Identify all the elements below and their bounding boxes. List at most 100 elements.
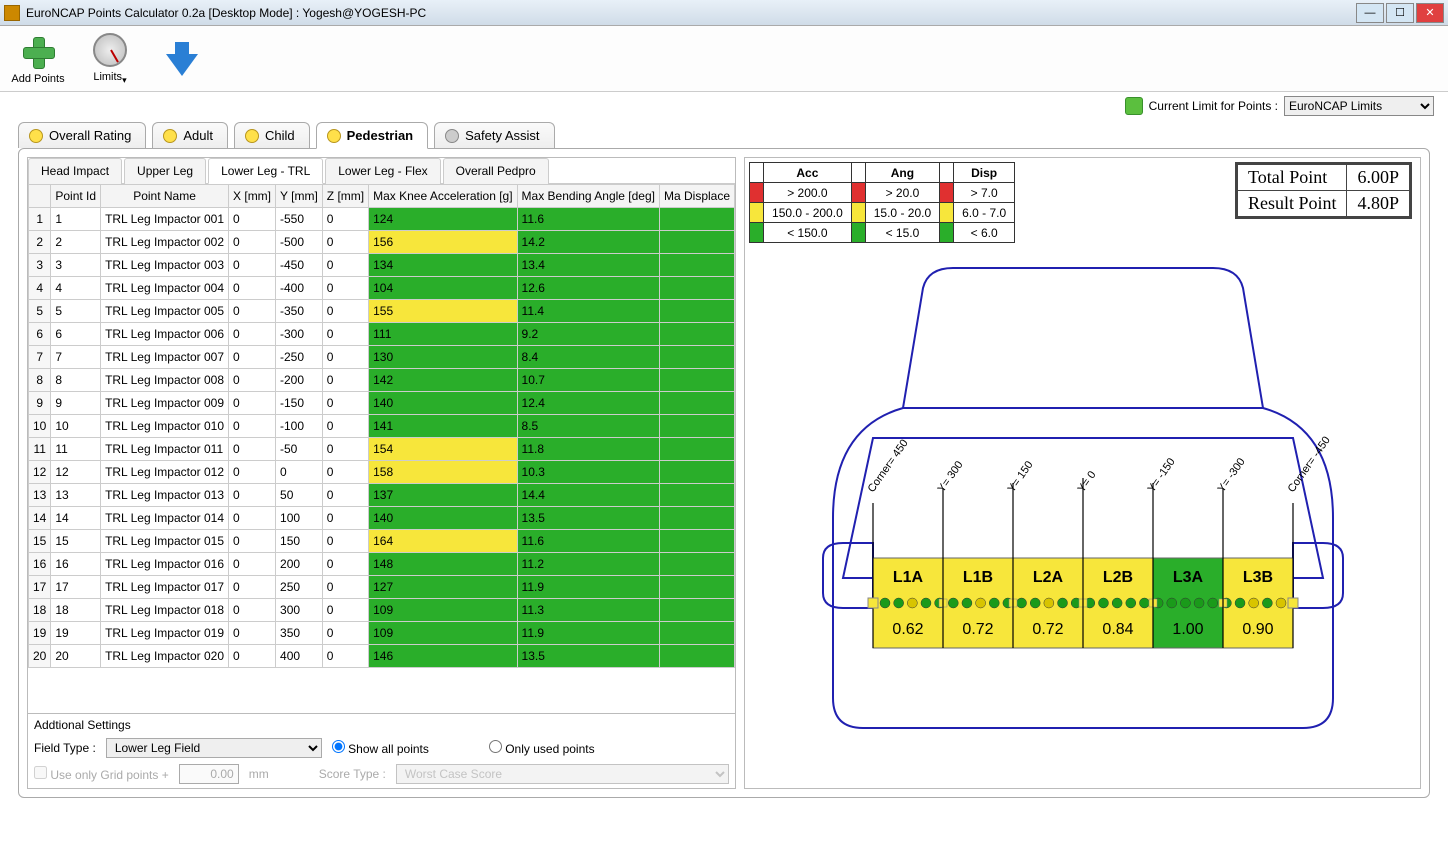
table-row[interactable]: 44TRL Leg Impactor 0040-400010412.6: [29, 277, 735, 300]
svg-text:0.72: 0.72: [1032, 621, 1063, 638]
svg-text:0.84: 0.84: [1102, 621, 1133, 638]
car-diagram: L1A 0.62 L1B 0.72 L2A 0.72 L2B 0.84 L3A 1.00 L3B 0.…: [745, 258, 1420, 788]
total-point-label: Total Point: [1237, 165, 1347, 191]
svg-text:1.00: 1.00: [1172, 621, 1203, 638]
current-limit-label: Current Limit for Points :: [1149, 99, 1278, 113]
show-all-radio[interactable]: Show all points: [332, 740, 429, 756]
table-row[interactable]: 1616TRL Leg Impactor 0160200014811.2: [29, 553, 735, 576]
tab-safety-assist[interactable]: Safety Assist: [434, 122, 554, 148]
svg-text:Y= -150: Y= -150: [1145, 456, 1177, 495]
points-box: Total Point6.00P Result Point4.80P: [1235, 162, 1412, 219]
col-angle[interactable]: Max Bending Angle [deg]: [517, 185, 659, 208]
table-row[interactable]: 1515TRL Leg Impactor 0150150016411.6: [29, 530, 735, 553]
content-frame: Head Impact Upper Leg Lower Leg - TRL Lo…: [18, 148, 1430, 798]
svg-text:Corner= 450: Corner= 450: [865, 437, 910, 494]
table-row[interactable]: 1818TRL Leg Impactor 0180300010911.3: [29, 599, 735, 622]
settings-title: Addtional Settings: [34, 718, 729, 732]
title-bar: EuroNCAP Points Calculator 0.2a [Desktop…: [0, 0, 1448, 26]
maximize-button[interactable]: ☐: [1386, 3, 1414, 23]
col-y[interactable]: Y [mm]: [276, 185, 323, 208]
svg-text:Y= 300: Y= 300: [935, 459, 965, 495]
tab-adult[interactable]: Adult: [152, 122, 228, 148]
table-row[interactable]: 1111TRL Leg Impactor 0110-50015411.8: [29, 438, 735, 461]
svg-text:L1B: L1B: [962, 569, 992, 586]
col-point-id[interactable]: Point Id: [51, 185, 101, 208]
down-arrow-button[interactable]: [154, 40, 210, 78]
tab-child[interactable]: Child: [234, 122, 310, 148]
table-row[interactable]: 1212TRL Leg Impactor 01200015810.3: [29, 461, 735, 484]
svg-text:Y= 150: Y= 150: [1005, 459, 1035, 495]
table-row[interactable]: 22TRL Leg Impactor 0020-500015614.2: [29, 231, 735, 254]
subtab-lower-leg-flex[interactable]: Lower Leg - Flex: [325, 158, 440, 184]
svg-text:L2B: L2B: [1102, 569, 1132, 586]
score-type-select: Worst Case Score: [396, 764, 729, 784]
limits-button[interactable]: Limits▾: [82, 31, 138, 86]
table-row[interactable]: 1717TRL Leg Impactor 0170250012711.9: [29, 576, 735, 599]
table-row[interactable]: 66TRL Leg Impactor 0060-30001119.2: [29, 323, 735, 346]
close-button[interactable]: ✕: [1416, 3, 1444, 23]
table-row[interactable]: 1919TRL Leg Impactor 0190350010911.9: [29, 622, 735, 645]
window-title: EuroNCAP Points Calculator 0.2a [Desktop…: [26, 6, 1354, 20]
svg-text:L3A: L3A: [1172, 569, 1203, 586]
only-used-radio[interactable]: Only used points: [489, 740, 595, 756]
field-type-select[interactable]: Lower Leg Field: [106, 738, 322, 758]
legend-table: Acc Ang Disp > 200.0> 20.0> 7.0150.0 - 2…: [749, 162, 1015, 243]
table-row[interactable]: 2020TRL Leg Impactor 0200400014613.5: [29, 645, 735, 668]
gauge-icon: [93, 33, 127, 67]
limits-label: Limits▾: [93, 71, 126, 86]
limit-select[interactable]: EuroNCAP Limits: [1284, 96, 1434, 116]
svg-text:Y= 0: Y= 0: [1075, 469, 1098, 495]
svg-text:L1A: L1A: [892, 569, 923, 586]
table-row[interactable]: 1010TRL Leg Impactor 0100-10001418.5: [29, 415, 735, 438]
grid-points-checkbox: Use only Grid points +: [34, 766, 169, 782]
table-row[interactable]: 1313TRL Leg Impactor 013050013714.4: [29, 484, 735, 507]
svg-text:0.62: 0.62: [892, 621, 923, 638]
grid-points-value: [179, 764, 239, 784]
svg-text:0.72: 0.72: [962, 621, 993, 638]
subtab-overall-pedpro[interactable]: Overall Pedpro: [443, 158, 549, 184]
subtab-lower-leg-trl[interactable]: Lower Leg - TRL: [208, 158, 323, 184]
additional-settings: Addtional Settings Field Type : Lower Le…: [28, 713, 735, 788]
tab-pedestrian[interactable]: Pedestrian: [316, 122, 428, 149]
toolbar: Add Points Limits▾: [0, 26, 1448, 92]
table-row[interactable]: 99TRL Leg Impactor 0090-150014012.4: [29, 392, 735, 415]
plus-icon: [21, 35, 55, 69]
col-accel[interactable]: Max Knee Acceleration [g]: [369, 185, 517, 208]
col-x[interactable]: X [mm]: [229, 185, 276, 208]
table-row[interactable]: 1414TRL Leg Impactor 0140100014013.5: [29, 507, 735, 530]
subtab-upper-leg[interactable]: Upper Leg: [124, 158, 206, 184]
minimize-button[interactable]: —: [1356, 3, 1384, 23]
tab-overall-rating[interactable]: Overall Rating: [18, 122, 146, 148]
total-point-value: 6.00P: [1347, 165, 1410, 191]
svg-text:0.90: 0.90: [1242, 621, 1273, 638]
col-disp[interactable]: Ma Displace: [659, 185, 734, 208]
limits-bar: Current Limit for Points : EuroNCAP Limi…: [0, 92, 1448, 120]
table-row[interactable]: 77TRL Leg Impactor 0070-25001308.4: [29, 346, 735, 369]
svg-text:L3B: L3B: [1242, 569, 1272, 586]
app-icon: [4, 5, 20, 21]
sub-tabs: Head Impact Upper Leg Lower Leg - TRL Lo…: [28, 158, 735, 184]
col-point-name[interactable]: Point Name: [101, 185, 229, 208]
table-row[interactable]: 88TRL Leg Impactor 0080-200014210.7: [29, 369, 735, 392]
svg-text:Y= -300: Y= -300: [1215, 456, 1247, 495]
down-arrow-icon: [166, 54, 198, 76]
grid-scroll[interactable]: Point Id Point Name X [mm] Y [mm] Z [mm]…: [28, 184, 735, 713]
col-z[interactable]: Z [mm]: [322, 185, 368, 208]
table-row[interactable]: 33TRL Leg Impactor 0030-450013413.4: [29, 254, 735, 277]
table-row[interactable]: 11TRL Leg Impactor 0010-550012411.6: [29, 208, 735, 231]
result-point-value: 4.80P: [1347, 191, 1410, 217]
right-panel: Acc Ang Disp > 200.0> 20.0> 7.0150.0 - 2…: [744, 157, 1421, 789]
result-point-label: Result Point: [1237, 191, 1347, 217]
svg-text:L2A: L2A: [1032, 569, 1063, 586]
add-points-button[interactable]: Add Points: [10, 33, 66, 85]
data-grid: Point Id Point Name X [mm] Y [mm] Z [mm]…: [28, 184, 735, 668]
link-icon: [1125, 97, 1143, 115]
grid-points-unit: mm: [249, 767, 269, 781]
subtab-head-impact[interactable]: Head Impact: [28, 158, 122, 184]
table-row[interactable]: 55TRL Leg Impactor 0050-350015511.4: [29, 300, 735, 323]
left-panel: Head Impact Upper Leg Lower Leg - TRL Lo…: [27, 157, 736, 789]
field-type-label: Field Type :: [34, 741, 96, 755]
add-points-label: Add Points: [11, 73, 64, 85]
main-tabs: Overall Rating Adult Child Pedestrian Sa…: [0, 122, 1448, 148]
score-type-label: Score Type :: [319, 767, 386, 781]
